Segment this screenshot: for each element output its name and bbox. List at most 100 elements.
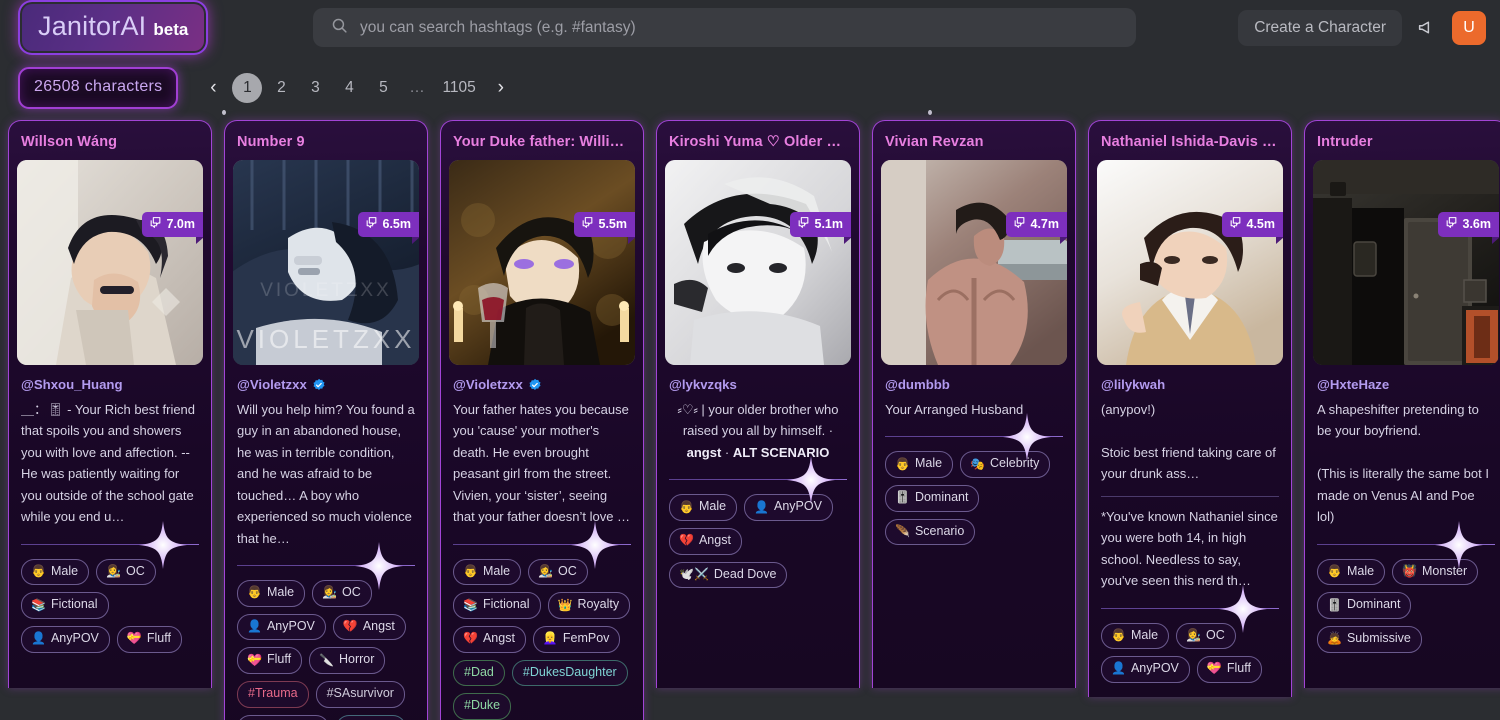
hashtag-chip[interactable]: #Dad — [453, 659, 505, 687]
character-artwork: VIOLETZXX VIOLETZXX — [233, 160, 419, 365]
tag-label: Fluff — [266, 652, 292, 667]
hashtag-chip[interactable]: #Trauma — [237, 680, 309, 708]
message-count-badge: 5.1m — [789, 212, 851, 244]
tag-chip[interactable]: 👨 Male — [1101, 622, 1170, 650]
character-card[interactable]: Vivian Revzan 4.7m @dumbbb Your Arranged… — [872, 120, 1076, 688]
card-tags: 👨 Male 👩‍🎨 OC 👤 AnyPOV 💔 Angst — [237, 580, 415, 720]
tag-chip[interactable]: 💝 Fluff — [237, 647, 303, 674]
tag-chip[interactable]: 💝 Fluff — [1196, 656, 1262, 683]
pager-page-4[interactable]: 4 — [334, 73, 364, 103]
card-thumbnail[interactable]: 5.1m — [665, 160, 851, 365]
tag-emoji-icon: 👨 — [463, 563, 478, 578]
hashtag-chip[interactable]: #Depression — [237, 714, 330, 720]
tag-chip[interactable]: 👤 AnyPOV — [21, 625, 110, 653]
card-thumbnail[interactable]: 3.6m — [1313, 160, 1499, 365]
tag-chip[interactable]: 💔 Angst — [669, 527, 742, 555]
megaphone-icon[interactable] — [1412, 13, 1442, 43]
character-card[interactable]: Willson Wáng 7.0m @Shxou_Huang ＿：🎚 - You… — [8, 120, 212, 688]
pager-next-button[interactable]: › — [486, 73, 516, 103]
pager-page-3[interactable]: 3 — [300, 73, 330, 103]
card-creator[interactable]: @Shxou_Huang — [21, 377, 199, 392]
tag-chip[interactable]: 👩‍🎨 OC — [96, 558, 156, 586]
top-bar-actions: Create a Character U — [1238, 0, 1486, 55]
tag-chip[interactable]: 👨 Male — [885, 451, 954, 479]
tag-emoji-icon: 📚 — [31, 597, 46, 612]
character-card[interactable]: Your Duke father: William … 5.5m @Violet… — [440, 120, 644, 720]
card-creator[interactable]: @lykvzqks — [669, 377, 847, 392]
separator-line — [1317, 543, 1495, 545]
card-title: Kiroshi Yuma ♡ Older brot… — [669, 134, 859, 150]
tag-chip[interactable]: 👨 Male — [237, 580, 306, 607]
tag-chip[interactable]: 🙇 Submissive — [1317, 625, 1422, 653]
tag-emoji-icon: 💝 — [247, 652, 262, 667]
pager-page-last[interactable]: 1105 — [436, 73, 481, 103]
card-creator[interactable]: @dumbbb — [885, 377, 1063, 392]
hashtag-chip[interactable]: #Duke — [453, 693, 512, 720]
tag-chip[interactable]: 🕊️⚔️ Dead Dove — [669, 561, 788, 589]
card-title: Intruder — [1317, 134, 1373, 150]
character-card[interactable]: Kiroshi Yuma ♡ Older brot… 5.1m @lykvzqk… — [656, 120, 860, 688]
pager-page-2[interactable]: 2 — [266, 73, 296, 103]
character-artwork — [17, 160, 203, 365]
card-thumbnail[interactable]: 4.5m — [1097, 160, 1283, 365]
app-logo[interactable]: JanitorAI beta — [20, 2, 206, 53]
tag-chip[interactable]: 🔪 Horror — [309, 647, 386, 674]
tag-chip[interactable]: 💔 Angst — [332, 613, 406, 641]
tag-chip[interactable]: 🎚️ Dominant — [885, 485, 980, 512]
pager-page-5[interactable]: 5 — [368, 73, 398, 103]
card-thumbnail[interactable]: VIOLETZXX VIOLETZXX 6.5m — [233, 160, 419, 365]
tag-chip[interactable]: 👩‍🎨 OC — [312, 580, 372, 607]
search-bar[interactable] — [313, 8, 1136, 47]
card-description: Your Arranged Husband — [885, 402, 1024, 417]
tag-chip[interactable]: 👨 Male — [21, 558, 90, 586]
hashtag-chip[interactable]: #Anxiety — [336, 714, 407, 720]
tag-label: Male — [1130, 627, 1159, 642]
tag-chip[interactable]: 💔 Angst — [453, 625, 526, 653]
search-input[interactable] — [360, 18, 1118, 37]
card-creator[interactable]: @Violetzxx — [453, 377, 631, 392]
tag-chip[interactable]: 👩‍🎨 OC — [1176, 622, 1236, 650]
character-card[interactable]: Intruder 3.6m @HxteHaze A shapeshifter p… — [1304, 120, 1500, 688]
card-tags: 👨 Male 👩‍🎨 OC 📚 Fictional 👑 Royalty — [453, 558, 631, 720]
tag-chip[interactable]: 🪶 Scenario — [885, 518, 976, 546]
tag-chip[interactable]: 👤 AnyPOV — [237, 613, 326, 641]
tag-chip[interactable]: 👨 Male — [1317, 558, 1386, 586]
message-count-badge: 3.6m — [1437, 212, 1499, 244]
card-creator[interactable]: @Violetzxx — [237, 377, 415, 392]
pager-page-1[interactable]: 1 — [232, 72, 263, 103]
message-count-value: 4.7m — [1030, 217, 1060, 231]
tag-chip[interactable]: 👩‍🎨 OC — [528, 558, 588, 586]
tag-chip[interactable]: 💝 Fluff — [116, 625, 182, 653]
create-a-character-button[interactable]: Create a Character — [1238, 9, 1402, 46]
tag-emoji-icon: 🪶 — [895, 524, 910, 538]
tag-chip[interactable]: 📚 Fictional — [453, 592, 541, 619]
tag-chip[interactable]: 👤 AnyPOV — [744, 494, 833, 521]
tag-chip[interactable]: 👱‍♀️ FemPov — [532, 625, 621, 653]
card-description: A shapeshifter pretending to be your boy… — [1317, 402, 1489, 525]
card-creator[interactable]: @lilykwah — [1101, 377, 1279, 392]
tag-chip[interactable]: 🎭 Celebrity — [960, 451, 1051, 479]
separator-line — [21, 543, 199, 545]
tag-chip[interactable]: 👑 Royalty — [547, 592, 631, 619]
message-count-value: 4.5m — [1246, 217, 1276, 231]
card-thumbnail[interactable]: 7.0m — [17, 160, 203, 365]
tag-chip[interactable]: 👹 Monster — [1392, 558, 1479, 586]
user-avatar[interactable]: U — [1452, 10, 1486, 45]
pager-prev-button[interactable]: ‹ — [198, 73, 228, 103]
tag-chip[interactable]: 👨 Male — [669, 494, 738, 521]
tag-chip[interactable]: 🎚️ Dominant — [1317, 592, 1412, 619]
tag-chip[interactable]: 👨 Male — [453, 558, 522, 586]
hashtag-chip[interactable]: #SAsurvivor — [315, 680, 405, 708]
separator-line — [453, 543, 631, 545]
card-thumbnail[interactable]: 4.7m — [881, 160, 1067, 365]
card-creator[interactable]: @HxteHaze — [1317, 377, 1495, 392]
tag-chip[interactable]: 👤 AnyPOV — [1101, 656, 1190, 683]
card-thumbnail[interactable]: 5.5m — [449, 160, 635, 365]
character-card[interactable]: Number 9 VIOLETZXX VIOLETZXX 6.5m @Viole… — [224, 120, 428, 720]
character-count-number: 26508 — [34, 77, 80, 95]
hashtag-chip[interactable]: #DukesDaughter — [511, 659, 628, 687]
tag-chip[interactable]: 📚 Fictional — [21, 592, 109, 619]
character-card[interactable]: Nathaniel Ishida-Davis ¬ r… 4.5m @lilykw… — [1088, 120, 1292, 697]
pager-ellipsis: … — [409, 78, 426, 96]
tag-emoji-icon: 👩‍🎨 — [538, 563, 553, 578]
